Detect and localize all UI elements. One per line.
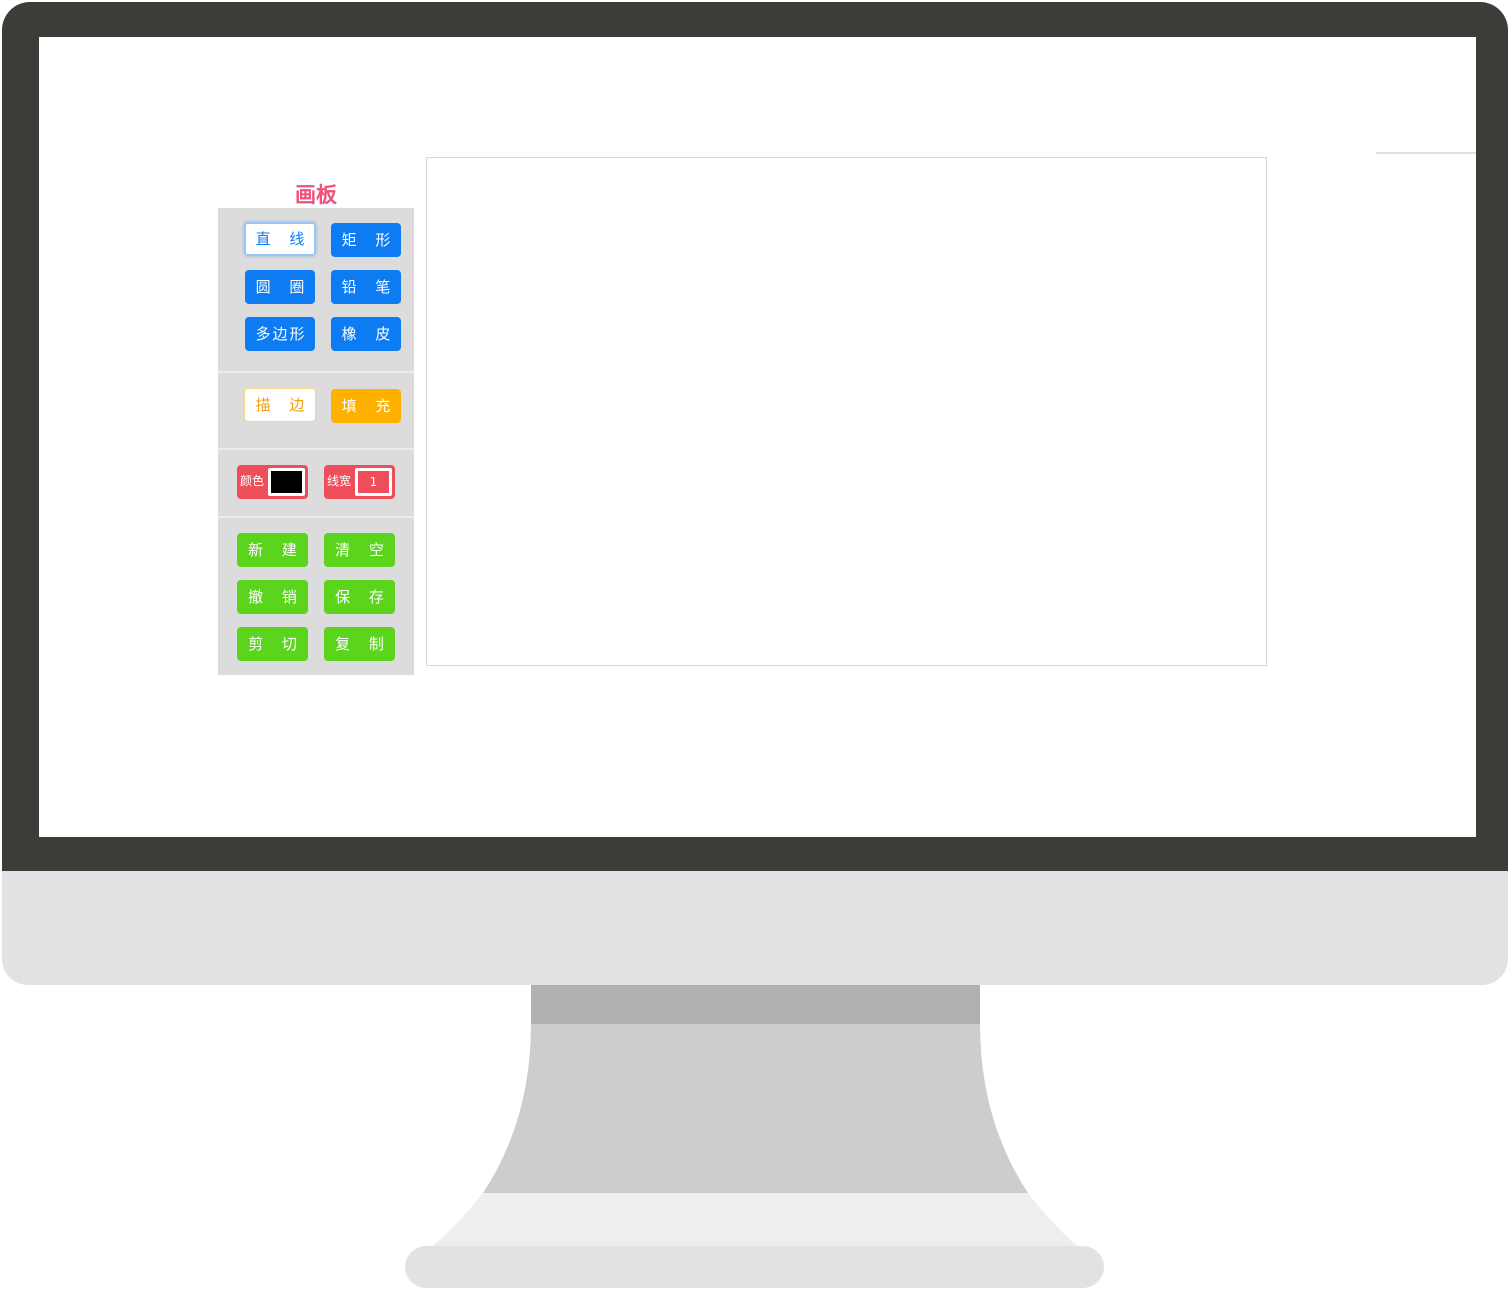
line-width-label: 线宽 xyxy=(327,474,352,488)
stroke-mode-button[interactable]: 描 边 xyxy=(244,388,316,422)
new-button[interactable]: 新 建 xyxy=(237,533,308,567)
section-divider xyxy=(218,371,414,373)
tool-pencil-button[interactable]: 铅 笔 xyxy=(331,270,401,304)
undo-button[interactable]: 撤 销 xyxy=(237,580,308,614)
tool-eraser-button[interactable]: 橡 皮 xyxy=(331,317,401,351)
tool-polygon-button[interactable]: 多边形 xyxy=(245,317,315,351)
line-width-input[interactable]: 1 xyxy=(355,468,392,496)
section-divider xyxy=(218,448,414,450)
line-width-setting[interactable]: 线宽 1 xyxy=(324,465,395,499)
app-title: 画板 xyxy=(295,183,337,207)
cut-button[interactable]: 剪 切 xyxy=(237,627,308,661)
divider xyxy=(1376,152,1476,154)
color-label: 颜色 xyxy=(240,474,265,488)
save-button[interactable]: 保 存 xyxy=(324,580,395,614)
clear-button[interactable]: 清 空 xyxy=(324,533,395,567)
drawing-canvas[interactable] xyxy=(426,157,1267,666)
color-picker[interactable] xyxy=(268,468,305,496)
tool-line-button[interactable]: 直 线 xyxy=(244,222,316,256)
toolbar-panel: 直 线 矩 形 圆 圈 铅 笔 多边形 橡 皮 描 边 填 充 颜色 线宽 1 … xyxy=(218,208,414,675)
monitor-screen: 画板 直 线 矩 形 圆 圈 铅 笔 多边形 橡 皮 描 边 填 充 颜色 线宽… xyxy=(39,37,1476,837)
copy-button[interactable]: 复 制 xyxy=(324,627,395,661)
color-setting[interactable]: 颜色 xyxy=(237,465,308,499)
tool-rect-button[interactable]: 矩 形 xyxy=(331,223,401,257)
fill-mode-button[interactable]: 填 充 xyxy=(331,389,401,423)
section-divider xyxy=(218,516,414,518)
tool-circle-button[interactable]: 圆 圈 xyxy=(245,270,315,304)
